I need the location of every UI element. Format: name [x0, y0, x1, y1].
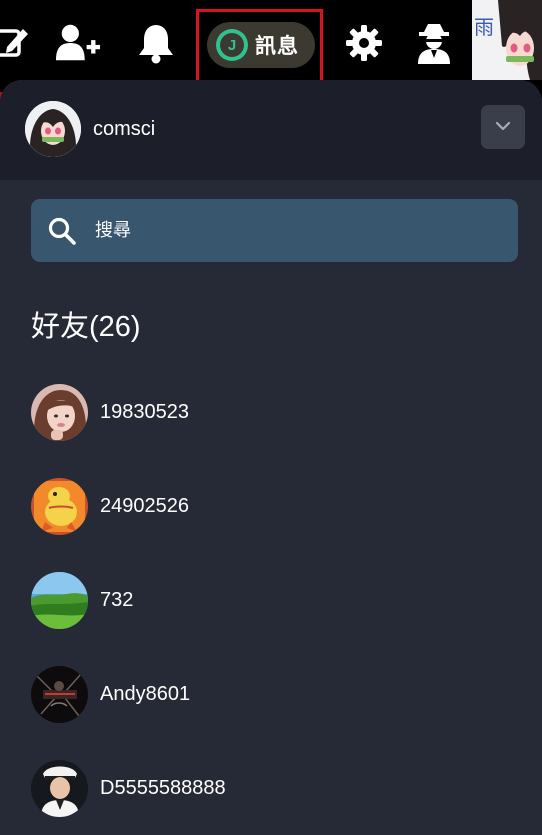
messages-highlight: J 訊息 — [196, 9, 323, 83]
friend-avatar — [31, 759, 88, 817]
friend-avatar — [31, 665, 88, 723]
friend-list-item[interactable]: D5555588888 — [0, 741, 542, 835]
friend-avatar — [31, 383, 88, 441]
add-friend-icon[interactable] — [55, 20, 101, 66]
account-menu-toggle[interactable] — [481, 105, 525, 149]
friend-name: 19830523 — [100, 400, 189, 423]
friends-section-title: 好友(26) — [31, 311, 141, 343]
panel-header: comsci — [0, 80, 542, 180]
friend-list: 19830523 24902526 732 Andy8601 D55555888… — [0, 365, 542, 835]
friend-name: Andy8601 — [100, 682, 191, 705]
top-navbar: J 訊息 雨 — [0, 0, 542, 83]
search-icon — [47, 216, 77, 246]
friend-list-item[interactable]: Andy8601 — [0, 647, 542, 741]
friend-list-item[interactable]: 732 — [0, 553, 542, 647]
profile-avatar-thumbnail[interactable]: 雨 — [472, 0, 542, 80]
friend-name: 732 — [100, 588, 134, 611]
friend-name: D5555588888 — [100, 776, 226, 799]
avatar-kanji: 雨 — [474, 15, 494, 39]
friend-name: 24902526 — [100, 494, 189, 517]
search-bar[interactable] — [31, 199, 518, 262]
edit-icon[interactable] — [0, 20, 34, 66]
account-username: comsci — [93, 118, 156, 140]
gear-icon[interactable] — [341, 20, 387, 66]
chevron-down-icon — [495, 118, 511, 136]
messages-logo-letter: J — [220, 33, 244, 57]
friend-list-item[interactable]: 19830523 — [0, 365, 542, 459]
incognito-icon[interactable] — [411, 20, 457, 66]
messages-button[interactable]: J 訊息 — [207, 22, 315, 68]
friend-avatar — [31, 571, 88, 629]
messages-logo-icon: J — [216, 29, 248, 61]
account-avatar[interactable] — [25, 101, 81, 157]
friend-avatar — [31, 477, 88, 535]
friend-list-item[interactable]: 24902526 — [0, 459, 542, 553]
messages-label: 訊息 — [255, 35, 299, 58]
messages-dropdown-panel: comsci 好友(26) — [0, 80, 542, 835]
bell-icon[interactable] — [133, 20, 179, 66]
search-input[interactable] — [93, 219, 477, 242]
